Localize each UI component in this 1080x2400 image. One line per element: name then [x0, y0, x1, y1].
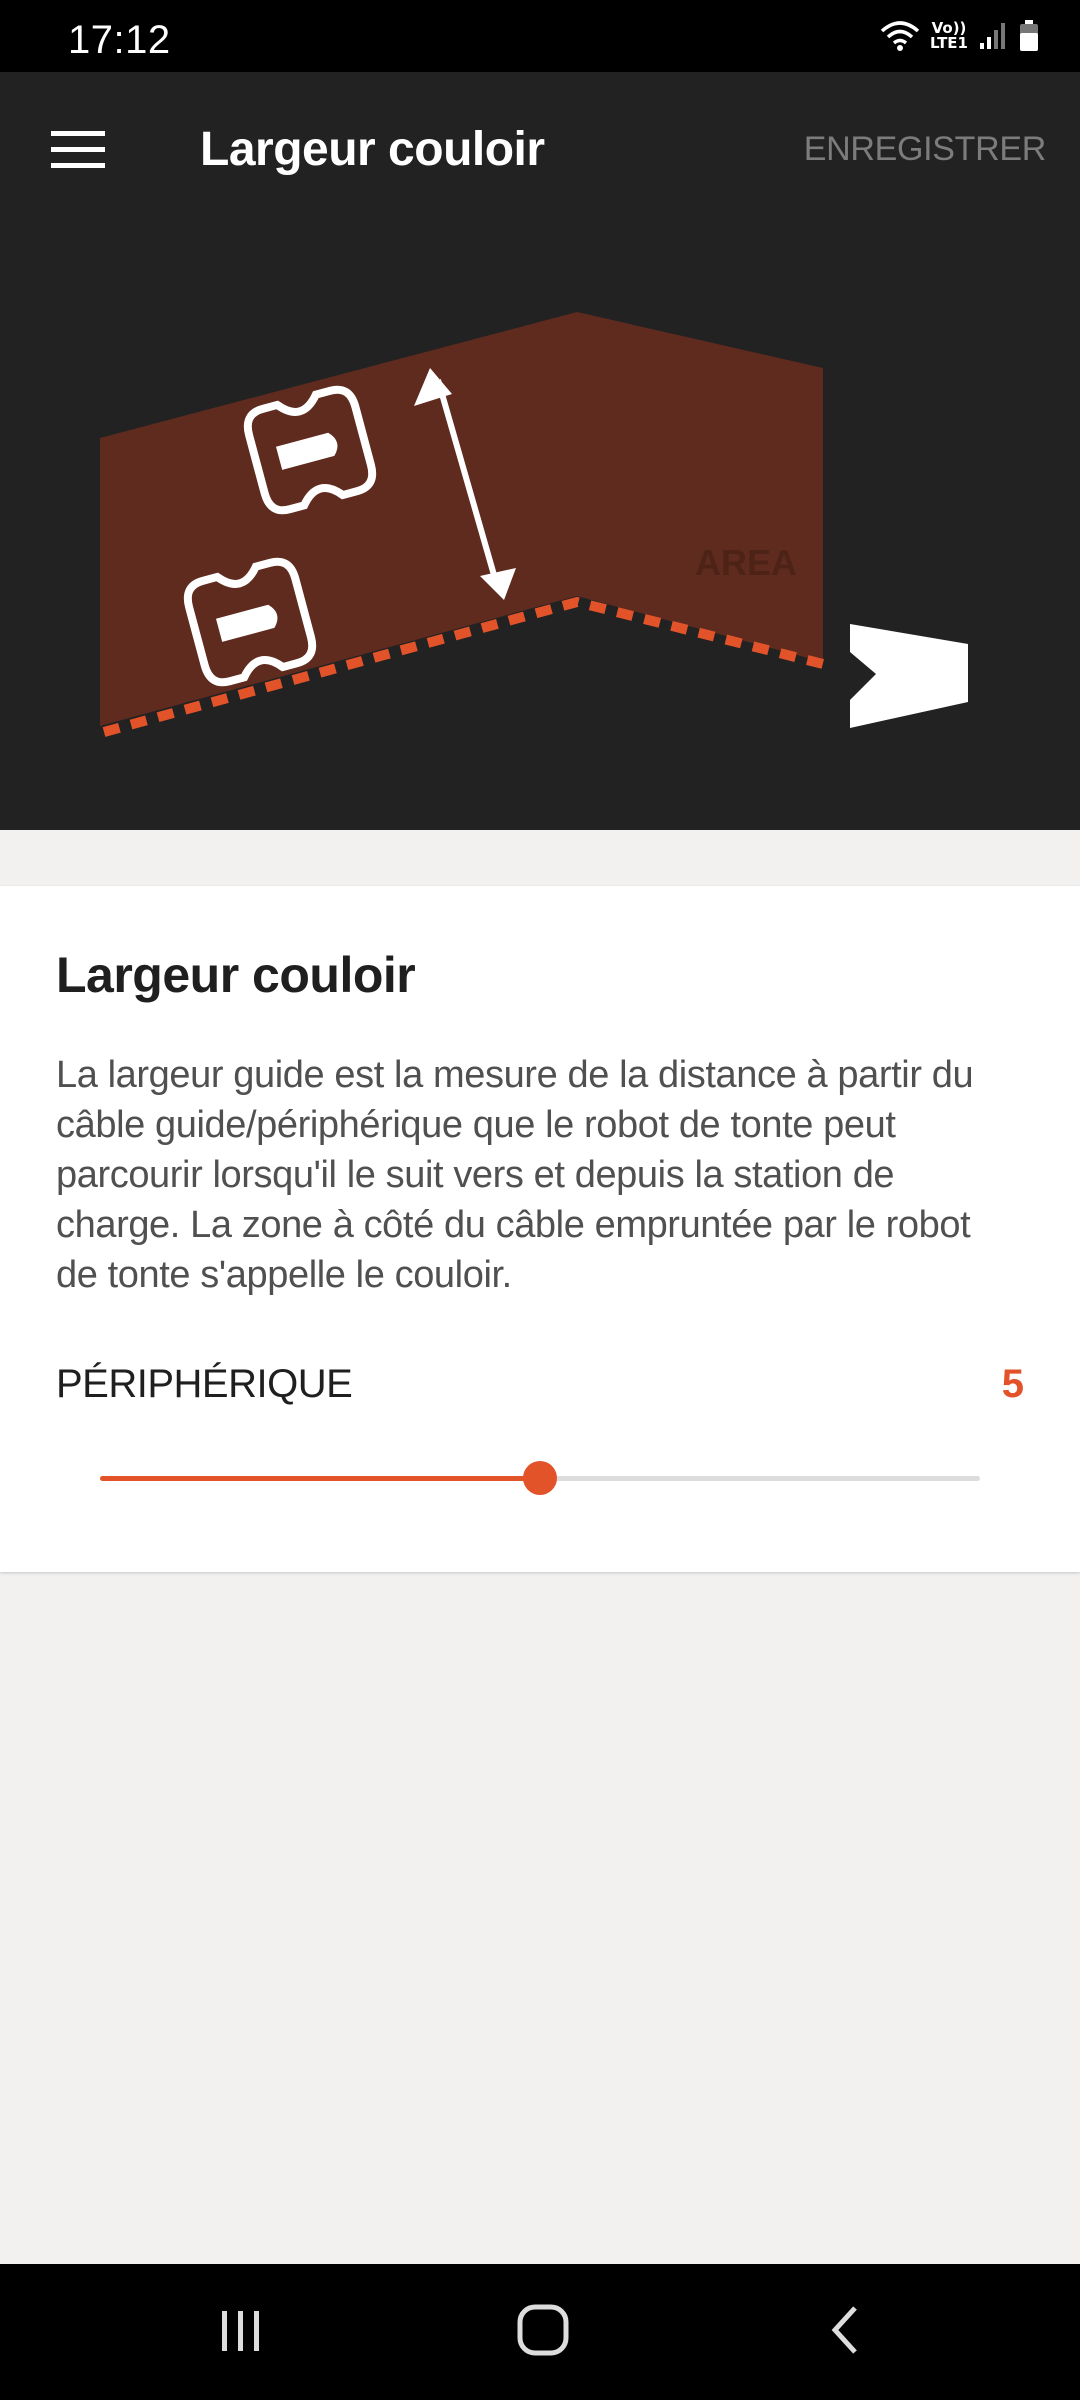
corridor-illustration: AREA [0, 230, 1080, 830]
home-icon [515, 2302, 571, 2363]
card-description: La largeur guide est la mesure de la dis… [56, 1054, 974, 1296]
back-icon [825, 2302, 865, 2363]
slider-fill [100, 1476, 540, 1481]
signal-icon [978, 21, 1008, 51]
recent-apps-icon [216, 2305, 266, 2360]
network-label-bottom: LTE1 [930, 34, 968, 52]
page-title: Largeur couloir [200, 123, 545, 176]
lte-icon: Vo)) LTE1 [930, 21, 968, 51]
status-icons: Vo)) LTE1 [880, 14, 1040, 58]
corridor-width-slider[interactable] [100, 1458, 980, 1498]
corridor-area [100, 312, 823, 726]
battery-icon [1018, 19, 1040, 53]
wifi-icon [880, 19, 920, 53]
app-bar: Largeur couloir ENREGISTRER [0, 72, 1080, 230]
corridor-width-card: Largeur couloir La largeur guide est la … [0, 886, 1080, 1572]
svg-text:AREA: AREA [695, 542, 797, 583]
navigation-bar [0, 2264, 1080, 2400]
setting-value: 5 [1001, 1362, 1024, 1406]
status-bar: 17:12 Vo)) LTE1 [0, 0, 1080, 72]
home-button[interactable] [498, 2296, 588, 2368]
menu-button[interactable] [34, 108, 122, 196]
save-button[interactable]: ENREGISTRER [804, 130, 1047, 169]
hamburger-menu-icon [51, 130, 105, 174]
card-title: Largeur couloir [56, 947, 416, 1003]
recent-apps-button[interactable] [196, 2296, 286, 2368]
setting-label: PÉRIPHÉRIQUE [56, 1362, 353, 1406]
back-button[interactable] [800, 2296, 890, 2368]
charging-station-icon [850, 624, 968, 728]
slider-thumb[interactable] [523, 1461, 557, 1495]
status-time: 17:12 [68, 18, 171, 62]
